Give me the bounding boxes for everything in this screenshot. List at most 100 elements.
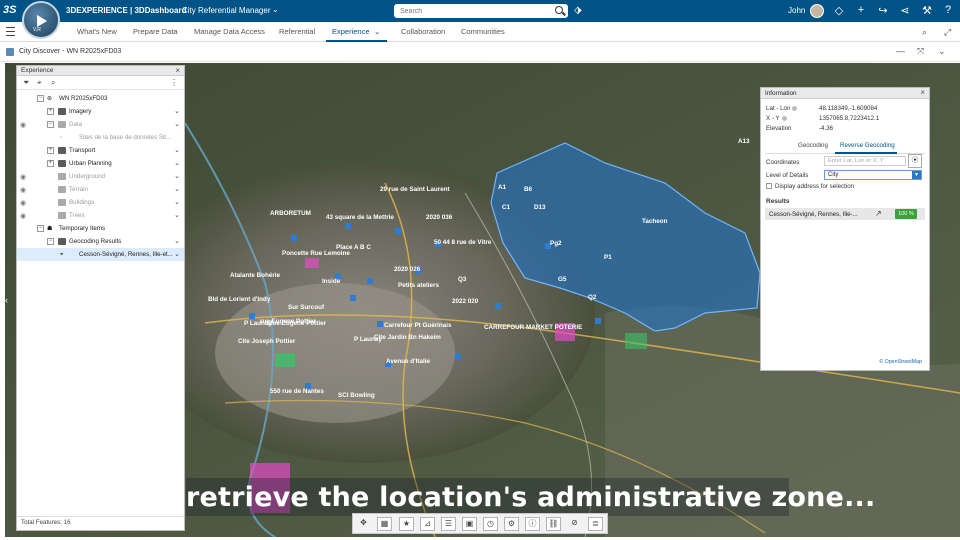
map-label[interactable]: Q2 xyxy=(588,294,597,301)
search-icon[interactable] xyxy=(555,6,563,14)
map-label[interactable]: B6 xyxy=(524,186,533,193)
tools-icon[interactable]: ⚒ xyxy=(920,4,934,17)
search-box[interactable] xyxy=(394,4,568,18)
bookmark-icon[interactable]: ★ xyxy=(399,517,414,531)
collapse-icon[interactable]: − xyxy=(47,238,54,245)
user-name[interactable]: John xyxy=(788,6,805,15)
coordinates-input[interactable]: Enter Lat, Lon or X, Y xyxy=(824,156,906,166)
map-label[interactable]: Q3 xyxy=(458,276,467,283)
visibility-hidden-icon[interactable]: ◉ xyxy=(20,199,26,207)
map-label[interactable]: 550 rue de Nantes xyxy=(270,388,324,395)
map-label[interactable]: Avenue d'Italie xyxy=(386,358,430,365)
tab-communities[interactable]: Communities xyxy=(461,27,505,36)
measure-icon[interactable]: ⊿ xyxy=(420,517,435,531)
chevron-down-icon[interactable]: ⌄ xyxy=(174,172,180,180)
chevron-down-icon[interactable]: ⌄ xyxy=(938,46,946,57)
tab-collaboration[interactable]: Collaboration xyxy=(401,27,445,36)
map-label[interactable]: 2020 026 xyxy=(394,266,421,273)
map-label[interactable]: A1 xyxy=(498,184,507,191)
chevron-down-icon[interactable]: ⌄ xyxy=(272,5,279,14)
tab-whats-new[interactable]: What's New xyxy=(77,27,117,36)
attribution-link[interactable]: © OpenStreetMap xyxy=(879,359,922,365)
tree-item-root[interactable]: − ⊛ WN R2025xFD03 xyxy=(17,92,184,105)
search-icon[interactable]: ⌕ xyxy=(51,78,55,88)
tag-icon[interactable]: ⬗ xyxy=(574,5,582,16)
maximize-icon[interactable]: ⤧ xyxy=(917,46,924,57)
chevron-down-icon[interactable]: ⌄ xyxy=(374,27,380,36)
close-icon[interactable]: × xyxy=(920,88,925,97)
map-label[interactable]: Inside xyxy=(322,278,341,285)
visibility-hidden-icon[interactable]: ◉ xyxy=(20,186,26,194)
tree-item-temporary-items[interactable]: − ☗ Temporary Items xyxy=(17,222,184,235)
minimize-icon[interactable]: — xyxy=(896,46,905,56)
map-label[interactable]: Cite Joseph Pottier xyxy=(238,338,296,345)
map-label[interactable]: C1 xyxy=(502,204,511,211)
layers-icon[interactable]: ▦ xyxy=(377,517,392,531)
info-icon[interactable]: ⓘ xyxy=(525,517,540,531)
map-label[interactable]: ARBORETUM xyxy=(270,210,311,217)
list-icon[interactable]: ≣ xyxy=(588,517,603,531)
tab-experience[interactable]: Experience xyxy=(332,27,370,36)
share-icon[interactable]: ◇ xyxy=(832,4,846,17)
map-label[interactable]: Sur Surcouf xyxy=(288,304,325,311)
map-label[interactable]: G5 xyxy=(558,276,567,283)
visibility-hidden-icon[interactable]: ◉ xyxy=(20,121,26,129)
compass-widget[interactable]: V,R xyxy=(22,1,60,39)
search-icon[interactable]: ⌕ xyxy=(922,27,927,38)
map-label[interactable]: Atalante Bohérie xyxy=(230,272,281,279)
chevron-down-icon[interactable]: ⌄ xyxy=(174,250,180,258)
binoculars-icon[interactable]: ⌖ xyxy=(37,78,42,88)
chevron-down-icon[interactable]: ⌄ xyxy=(174,185,180,193)
network-icon[interactable]: ⋖ xyxy=(898,4,912,17)
avatar[interactable] xyxy=(810,4,824,18)
help-icon[interactable]: ? xyxy=(941,4,955,16)
image-icon[interactable]: ▣ xyxy=(462,517,477,531)
display-address-checkbox[interactable] xyxy=(766,183,772,189)
result-row[interactable]: Cesson-Sévigné, Rennes, Ille-... ↗ 100 % xyxy=(765,208,925,220)
map-label[interactable]: SCI Bowling xyxy=(338,392,375,399)
locate-icon[interactable]: ↗ xyxy=(875,209,882,218)
close-icon[interactable]: × xyxy=(175,66,180,75)
tab-geocoding[interactable]: Geocoding xyxy=(798,142,828,149)
tab-reverse-geocoding[interactable]: Reverse Geocoding xyxy=(840,142,895,149)
map-label[interactable]: A13 xyxy=(738,138,750,145)
tree-item-imagery[interactable]: + Imagery ⌄ xyxy=(17,105,184,118)
visibility-hidden-icon[interactable]: ◉ xyxy=(20,173,26,181)
clock-icon[interactable]: ◷ xyxy=(483,517,498,531)
map-label[interactable]: 2022 020 xyxy=(452,298,479,305)
more-options-icon[interactable]: ⋮ xyxy=(170,78,178,87)
add-icon[interactable]: + xyxy=(854,4,868,16)
tree-item-trees[interactable]: ◉ Trees ⌄ xyxy=(17,209,184,222)
dassault-logo-icon[interactable]: 3S xyxy=(3,4,19,18)
map-label[interactable]: Pg2 xyxy=(550,240,562,247)
tree-item-buildings[interactable]: ◉ Buildings ⌄ xyxy=(17,196,184,209)
chevron-left-icon[interactable]: ‹ xyxy=(5,295,8,305)
settings-icon[interactable]: ⚙ xyxy=(504,517,519,531)
tree-item-urban-planning[interactable]: + Urban Planning ⌄ xyxy=(17,157,184,170)
map-label[interactable]: Rue Eugene Pottier xyxy=(268,320,327,327)
filter-icon[interactable]: ⏷ xyxy=(23,78,29,88)
tab-referential[interactable]: Referential xyxy=(279,27,315,36)
expand-icon[interactable]: + xyxy=(47,108,54,115)
collapse-icon[interactable]: − xyxy=(37,95,44,102)
tree-item-geocoding-results[interactable]: − Geocoding Results ⌄ xyxy=(17,235,184,248)
map-label[interactable]: Tacheon xyxy=(642,218,668,225)
map-label[interactable]: D13 xyxy=(534,204,546,211)
chevron-down-icon[interactable]: ▼ xyxy=(912,171,921,179)
tree-item-terrain[interactable]: ◉ Terrain ⌄ xyxy=(17,183,184,196)
table-icon[interactable]: ☰ xyxy=(441,517,456,531)
app-name[interactable]: City Referential Manager xyxy=(182,6,270,15)
map-label[interactable]: Petits ateliers xyxy=(398,282,439,289)
chevron-down-icon[interactable]: ⌄ xyxy=(174,120,180,128)
hamburger-icon[interactable] xyxy=(6,27,15,36)
expand-icon[interactable]: ⤢ xyxy=(944,27,951,38)
map-label[interactable]: Poncette Rue Lemoine xyxy=(282,250,350,257)
chevron-down-icon[interactable]: ⌄ xyxy=(174,159,180,167)
tree-item-transport[interactable]: + Transport ⌄ xyxy=(17,144,184,157)
map-label[interactable]: Carrefour Pt Guérinais xyxy=(384,322,452,329)
map-label[interactable]: 2020 036 xyxy=(426,214,453,221)
level-of-details-select[interactable]: City ▼ xyxy=(824,170,922,180)
collapse-icon[interactable]: − xyxy=(47,121,54,128)
map-label[interactable]: 29 rue de Saint Laurent xyxy=(380,186,451,193)
tree-item-sites[interactable]: ▫ Sites de la base de données Sit... xyxy=(17,131,184,144)
